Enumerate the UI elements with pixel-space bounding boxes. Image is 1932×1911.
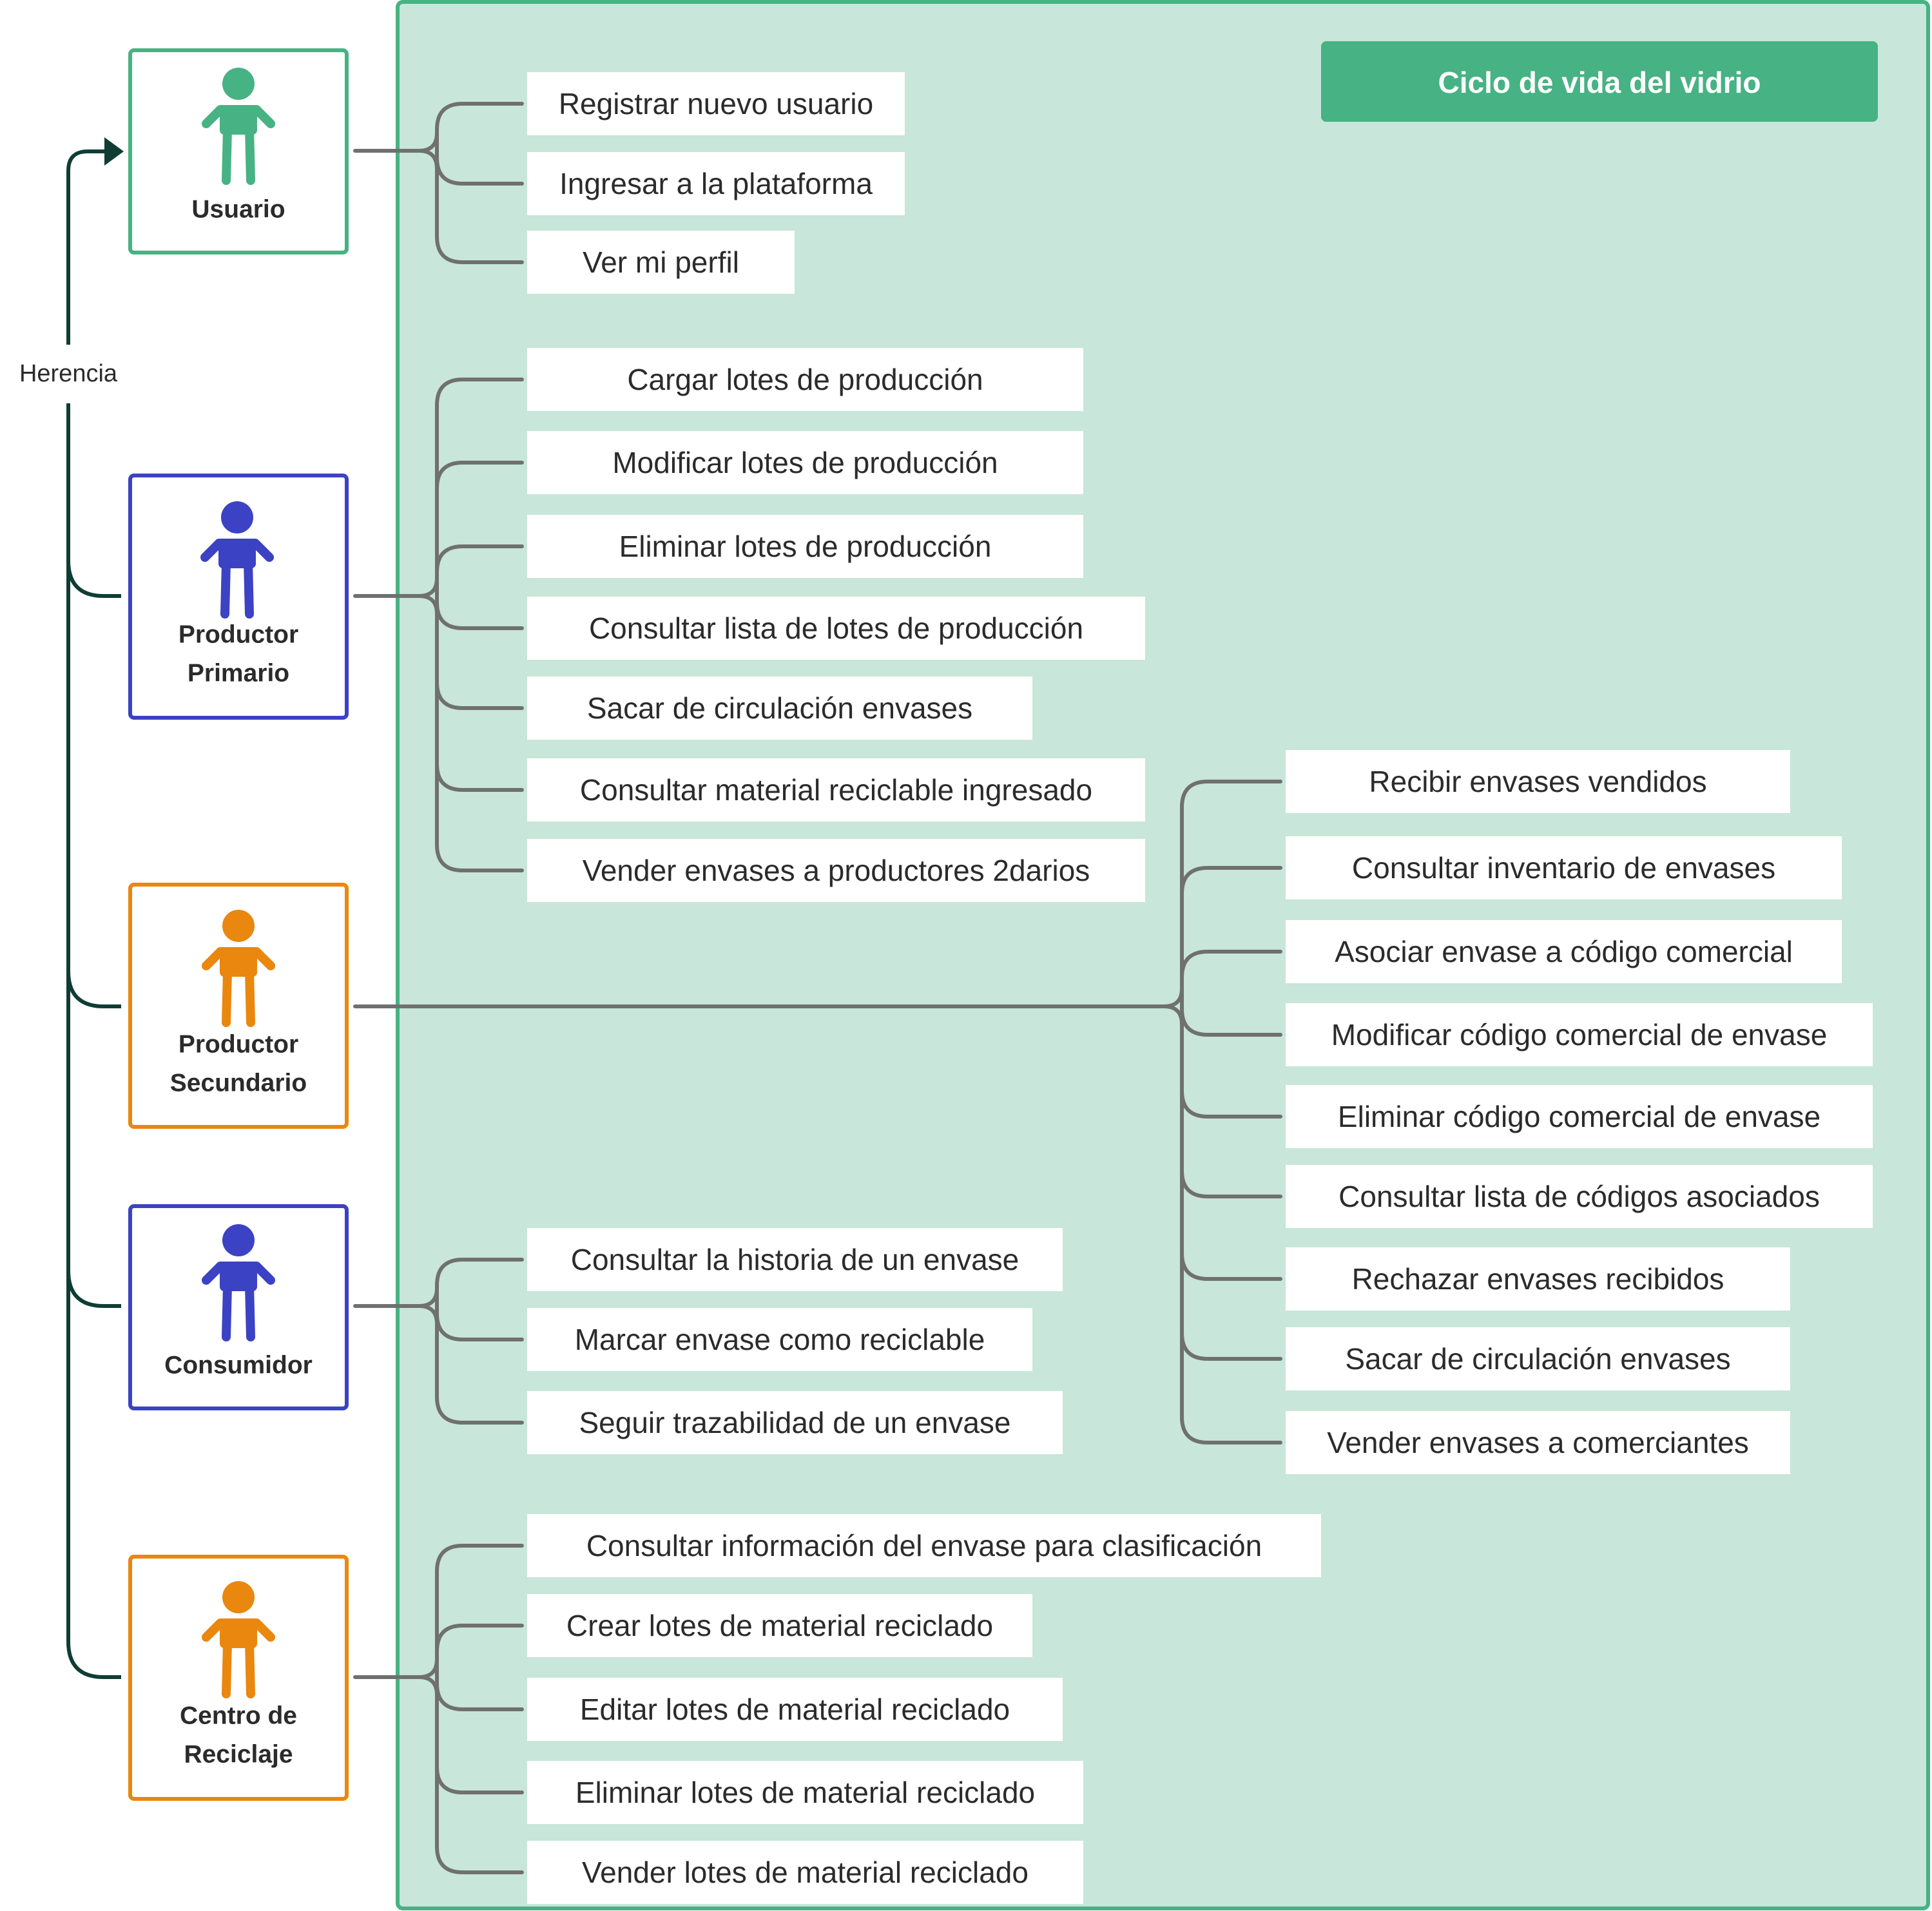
use-case[interactable]: Seguir trazabilidad de un envase — [527, 1391, 1063, 1454]
use-case[interactable]: Eliminar lotes de producción — [527, 515, 1083, 578]
use-case-label: Registrar nuevo usuario — [559, 87, 873, 120]
use-case-label: Consultar información del envase para cl… — [586, 1529, 1262, 1562]
use-case-label: Asociar envase a código comercial — [1335, 935, 1793, 968]
use-case[interactable]: Consultar lista de lotes de producción — [527, 597, 1145, 660]
use-case[interactable]: Consultar lista de códigos asociados — [1286, 1165, 1873, 1228]
inheritance-arrow: Herencia — [19, 137, 124, 1679]
use-case[interactable]: Crear lotes de material reciclado — [527, 1594, 1032, 1657]
use-case-label: Vender envases a productores 2darios — [583, 854, 1090, 887]
actor-primario[interactable]: Productor Primario — [128, 474, 349, 720]
use-case-label: Sacar de circulación envases — [587, 691, 972, 725]
arrow-head-icon — [104, 137, 124, 166]
use-case-label: Rechazar envases recibidos — [1352, 1262, 1724, 1296]
use-case[interactable]: Asociar envase a código comercial — [1286, 920, 1842, 983]
actor-label: Secundario — [170, 1070, 307, 1097]
use-case[interactable]: Modificar código comercial de envase — [1286, 1003, 1873, 1066]
actor-label: Productor — [179, 1031, 298, 1059]
use-case-label: Consultar lista de códigos asociados — [1338, 1180, 1820, 1213]
use-case[interactable]: Marcar envase como reciclable — [527, 1308, 1032, 1371]
use-case-label: Modificar lotes de producción — [612, 446, 998, 479]
use-case-label: Eliminar lotes de producción — [619, 530, 992, 563]
use-case-label: Consultar material reciclable ingresado — [580, 773, 1092, 807]
use-case-label: Ver mi perfil — [583, 245, 739, 279]
use-case[interactable]: Modificar lotes de producción — [527, 431, 1083, 494]
use-case[interactable]: Cargar lotes de producción — [527, 348, 1083, 411]
use-case-label: Consultar inventario de envases — [1352, 851, 1775, 885]
use-case-label: Crear lotes de material reciclado — [566, 1609, 993, 1642]
actor-usuario[interactable]: Usuario — [128, 48, 349, 254]
inheritance-label: Herencia — [19, 360, 118, 387]
use-case-label: Marcar envase como reciclable — [575, 1323, 985, 1356]
diagram-title-badge: Ciclo de vida del vidrio — [1321, 41, 1878, 122]
use-case-label: Vender lotes de material reciclado — [582, 1856, 1029, 1889]
use-case[interactable]: Sacar de circulación envases — [527, 677, 1032, 740]
use-case-label: Vender envases a comerciantes — [1327, 1426, 1749, 1459]
actor-label: Centro de — [180, 1702, 297, 1730]
use-case[interactable]: Ver mi perfil — [527, 231, 795, 294]
use-case[interactable]: Consultar la historia de un envase — [527, 1228, 1063, 1291]
use-case[interactable]: Editar lotes de material reciclado — [527, 1678, 1063, 1741]
use-case-diagram: Ciclo de vida del vidrio Herencia Usuari… — [19, 0, 1930, 1910]
actor-label: Usuario — [191, 196, 285, 224]
inheritance-line-top — [66, 149, 110, 345]
use-case-label: Cargar lotes de producción — [627, 363, 983, 396]
actor-label: Reciclaje — [184, 1741, 293, 1769]
actor-label: Primario — [188, 660, 289, 687]
actor-secundario[interactable]: Productor Secundario — [128, 883, 349, 1129]
use-case-label: Consultar la historia de un envase — [571, 1243, 1019, 1276]
use-case[interactable]: Recibir envases vendidos — [1286, 750, 1790, 813]
use-case-label: Consultar lista de lotes de producción — [589, 611, 1083, 645]
use-case[interactable]: Consultar información del envase para cl… — [527, 1514, 1321, 1577]
use-case-label: Eliminar lotes de material reciclado — [575, 1776, 1035, 1809]
use-case[interactable]: Eliminar lotes de material reciclado — [527, 1761, 1083, 1824]
use-case-label: Modificar código comercial de envase — [1331, 1018, 1828, 1052]
use-case[interactable]: Ingresar a la plataforma — [527, 152, 905, 215]
use-case[interactable]: Sacar de circulación envases — [1286, 1327, 1790, 1390]
use-case-label: Seguir trazabilidad de un envase — [579, 1406, 1010, 1439]
diagram-title: Ciclo de vida del vidrio — [1438, 66, 1761, 99]
actor-reciclaje[interactable]: Centro de Reciclaje — [128, 1555, 349, 1801]
use-case-label: Sacar de circulación envases — [1345, 1342, 1730, 1376]
use-case-label: Ingresar a la plataforma — [559, 167, 873, 200]
inheritance-line-bottom — [66, 403, 121, 1679]
use-case[interactable]: Registrar nuevo usuario — [527, 72, 905, 135]
actor-label: Productor — [179, 621, 298, 649]
actor-label: Consumidor — [164, 1352, 313, 1379]
use-case-label: Recibir envases vendidos — [1369, 765, 1706, 798]
use-case[interactable]: Eliminar código comercial de envase — [1286, 1085, 1873, 1148]
use-case[interactable]: Rechazar envases recibidos — [1286, 1247, 1790, 1311]
use-case[interactable]: Vender envases a productores 2darios — [527, 839, 1145, 902]
use-case-label: Editar lotes de material reciclado — [580, 1693, 1010, 1726]
actor-consumidor[interactable]: Consumidor — [128, 1204, 349, 1410]
use-case[interactable]: Consultar material reciclable ingresado — [527, 758, 1145, 821]
use-case[interactable]: Vender envases a comerciantes — [1286, 1411, 1790, 1474]
use-case-label: Eliminar código comercial de envase — [1338, 1100, 1821, 1133]
use-case[interactable]: Vender lotes de material reciclado — [527, 1841, 1083, 1904]
use-case[interactable]: Consultar inventario de envases — [1286, 836, 1842, 899]
